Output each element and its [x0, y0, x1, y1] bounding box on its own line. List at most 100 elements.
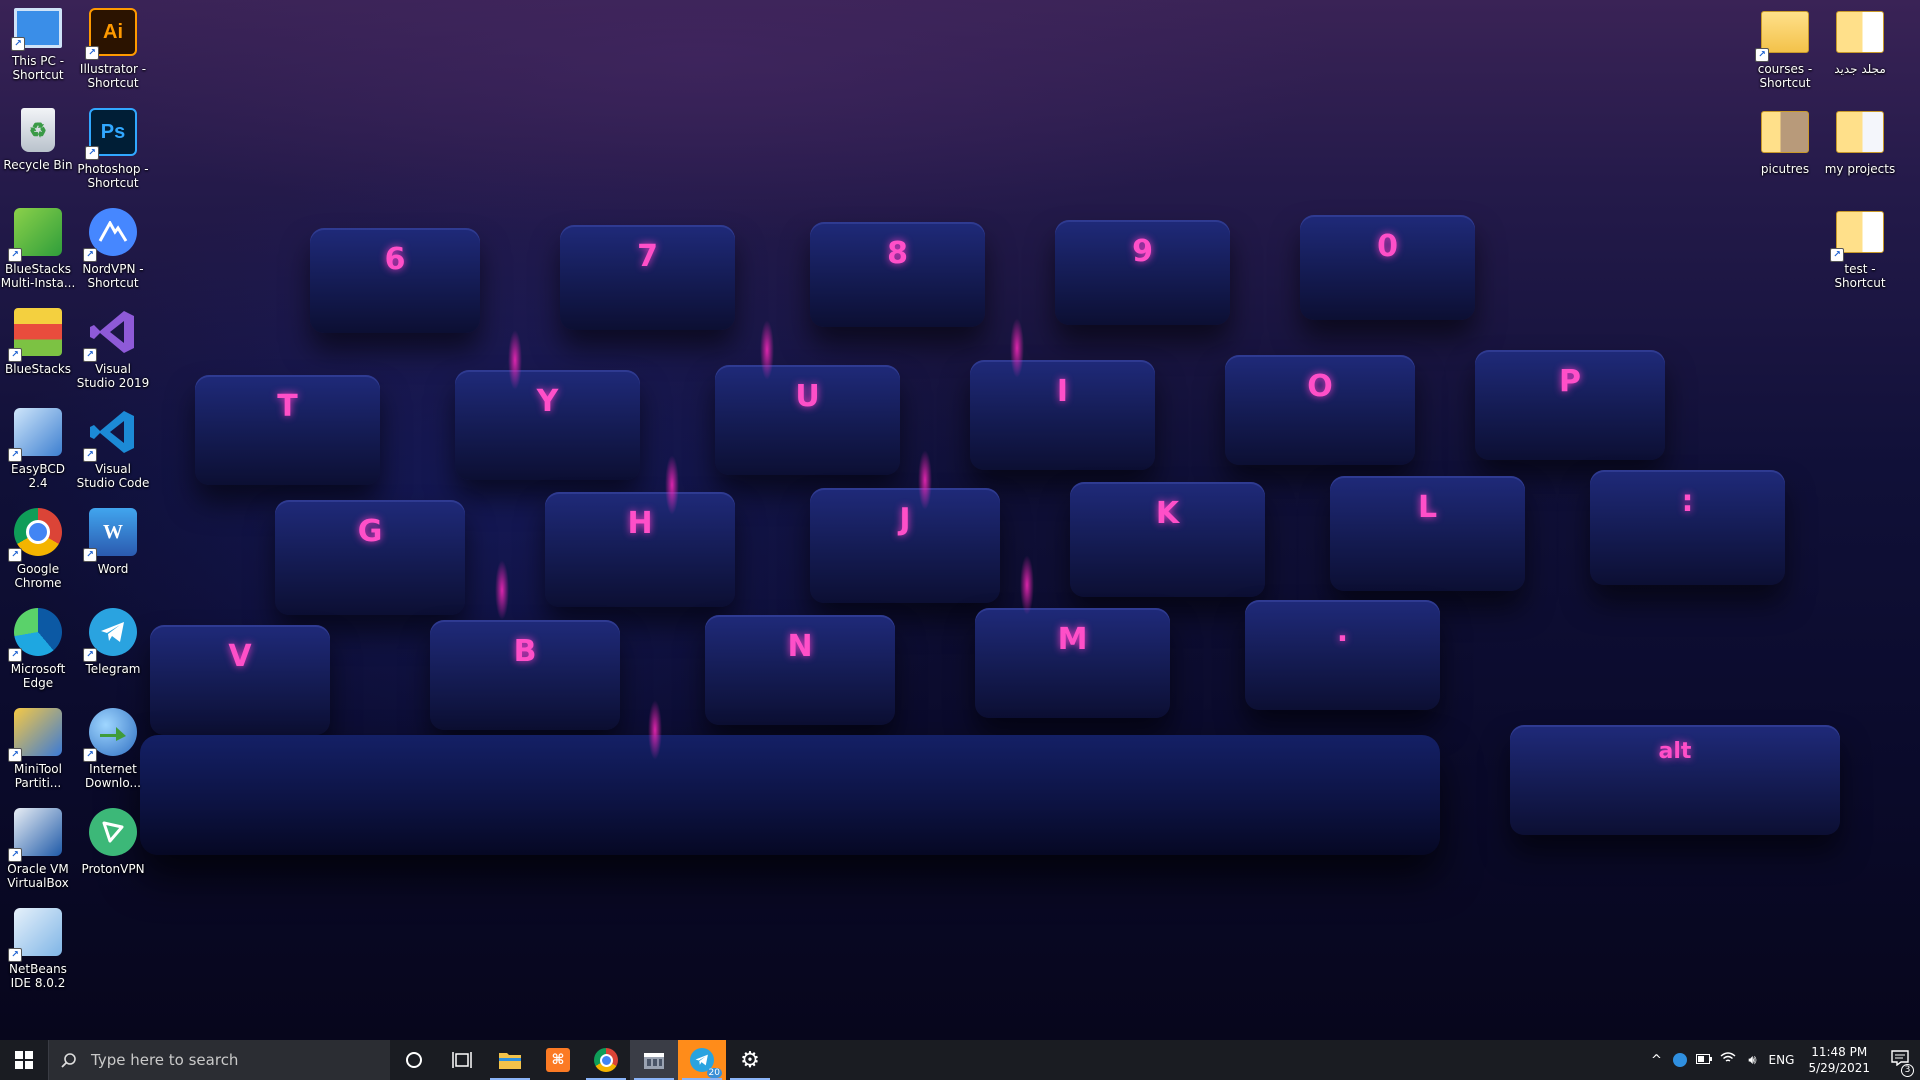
- start-button[interactable]: [0, 1040, 48, 1080]
- desktop-icon-label: Illustrator - Shortcut: [79, 62, 147, 90]
- desktop-icon-label: NordVPN - Shortcut: [82, 262, 144, 290]
- desktop-icon-bluestacks[interactable]: ↗ BlueStacks: [0, 308, 76, 376]
- desktop-icon-this-pc[interactable]: ↗ This PC - Shortcut: [0, 8, 76, 82]
- battery-icon[interactable]: [1692, 1053, 1716, 1068]
- shortcut-arrow-icon: ↗: [83, 248, 97, 262]
- desktop-icon-my-projects[interactable]: my projects: [1822, 108, 1898, 176]
- folder-icon: ↗: [1755, 8, 1809, 62]
- desktop-icon-nordvpn[interactable]: ↗ NordVPN - Shortcut: [75, 208, 151, 290]
- wallpaper-key: T: [195, 375, 380, 485]
- clock-date: 5/29/2021: [1808, 1061, 1870, 1075]
- recycle-bin-icon: ♻: [21, 108, 55, 152]
- telegram-unread-badge: 20: [706, 1068, 722, 1078]
- desktop-icon-photoshop[interactable]: Ps ↗ Photoshop - Shortcut: [75, 108, 151, 190]
- desktop-icon-label: EasyBCD 2.4: [11, 462, 65, 490]
- desktop-icon-telegram[interactable]: ↗ Telegram: [75, 608, 151, 676]
- desktop-icon-label: NetBeans IDE 8.0.2: [9, 962, 67, 990]
- desktop-icon-virtualbox[interactable]: ↗ Oracle VM VirtualBox: [0, 808, 76, 890]
- desktop-icon-label: BlueStacks Multi-Insta...: [0, 262, 76, 290]
- desktop-icon-netbeans[interactable]: ↗ NetBeans IDE 8.0.2: [0, 908, 76, 990]
- visual-studio-icon: ↗: [83, 308, 137, 362]
- wallpaper-key: J: [810, 488, 1000, 603]
- wallpaper-key: P: [1475, 350, 1665, 460]
- desktop-icon-label: courses - Shortcut: [1757, 62, 1813, 90]
- taskbar-chrome[interactable]: [582, 1040, 630, 1080]
- shortcut-arrow-icon: ↗: [83, 648, 97, 662]
- shortcut-arrow-icon: ↗: [83, 748, 97, 762]
- desktop-icon-internet-download-manager[interactable]: ↗ Internet Downlo...: [75, 708, 151, 790]
- task-view-icon: [452, 1052, 472, 1068]
- desktop-icon-protonvpn[interactable]: ProtonVPN: [75, 808, 151, 876]
- easybcd-icon: ↗: [8, 408, 62, 462]
- show-hidden-icons-chevron-icon[interactable]: ^: [1644, 1053, 1668, 1068]
- taskbar-xampp[interactable]: ⌘: [534, 1040, 582, 1080]
- taskbar-app-window[interactable]: [630, 1040, 678, 1080]
- shortcut-arrow-icon: ↗: [11, 37, 25, 51]
- cortana-button[interactable]: [390, 1040, 438, 1080]
- file-explorer-icon: [499, 1053, 521, 1069]
- shortcut-arrow-icon: ↗: [1755, 48, 1769, 62]
- telegram-icon: ↗: [83, 608, 137, 662]
- computer-icon: ↗: [11, 8, 62, 51]
- taskbar-search-box[interactable]: Type here to search: [48, 1040, 390, 1080]
- task-view-button[interactable]: [438, 1040, 486, 1080]
- taskbar-clock[interactable]: 11:48 PM 5/29/2021: [1808, 1044, 1870, 1076]
- virtualbox-icon: ↗: [8, 808, 62, 862]
- taskbar-file-explorer[interactable]: [486, 1040, 534, 1080]
- network-globe-icon[interactable]: [1668, 1053, 1692, 1067]
- desktop-icon-label: my projects: [1824, 162, 1896, 176]
- search-placeholder: Type here to search: [91, 1051, 239, 1069]
- wallpaper-key: M: [975, 608, 1170, 718]
- desktop-icon-word[interactable]: W ↗ Word: [75, 508, 151, 576]
- desktop-icon-minitool[interactable]: ↗ MiniTool Partiti...: [0, 708, 76, 790]
- protonvpn-icon: [89, 808, 137, 856]
- desktop-icon-vscode[interactable]: ↗ Visual Studio Code: [75, 408, 151, 490]
- folder-icon: [1836, 108, 1884, 156]
- desktop-icon-courses[interactable]: ↗ courses - Shortcut: [1747, 8, 1823, 90]
- desktop-icon-microsoft-edge[interactable]: ↗ Microsoft Edge: [0, 608, 76, 690]
- wallpaper-key: 6: [310, 228, 480, 333]
- wallpaper-key: G: [275, 500, 465, 615]
- desktop-icon-google-chrome[interactable]: ↗ Google Chrome: [0, 508, 76, 590]
- windows-logo-icon: [15, 1051, 33, 1069]
- wallpaper-key: alt: [1510, 725, 1840, 835]
- vscode-icon: ↗: [83, 408, 137, 462]
- action-center-button[interactable]: 3: [1880, 1050, 1920, 1077]
- language-indicator[interactable]: ENG: [1764, 1053, 1798, 1067]
- bluestacks-multi-icon: ↗: [8, 208, 62, 262]
- desktop-icon-visual-studio-2019[interactable]: ↗ Visual Studio 2019: [75, 308, 151, 390]
- desktop-icon-label: ProtonVPN: [81, 862, 145, 876]
- desktop-icon-recycle-bin[interactable]: ♻ Recycle Bin: [0, 108, 76, 172]
- desktop-icon-new-folder[interactable]: مجلد جديد: [1822, 8, 1898, 76]
- volume-icon[interactable]: 🔊︎: [1740, 1053, 1764, 1068]
- taskbar: Type here to search ⌘ 20 ⚙ ^ 🔊︎ ENG 11:4…: [0, 1040, 1920, 1080]
- folder-icon: [1761, 108, 1809, 156]
- shortcut-arrow-icon: ↗: [8, 448, 22, 462]
- edge-icon: ↗: [8, 608, 62, 662]
- desktop-icon-easybcd[interactable]: ↗ EasyBCD 2.4: [0, 408, 76, 490]
- shortcut-arrow-icon: ↗: [8, 648, 22, 662]
- wifi-icon[interactable]: [1716, 1052, 1740, 1068]
- desktop-icon-label: مجلد جديد: [1834, 62, 1886, 76]
- desktop-icon-test[interactable]: ↗ test - Shortcut: [1822, 208, 1898, 290]
- system-tray: ^ 🔊︎ ENG 11:48 PM 5/29/2021 3: [1644, 1040, 1920, 1080]
- wallpaper-key: N: [705, 615, 895, 725]
- chrome-icon: [594, 1048, 618, 1072]
- taskbar-telegram[interactable]: 20: [678, 1040, 726, 1080]
- wallpaper-key: 0: [1300, 215, 1475, 320]
- wallpaper-key: Y: [455, 370, 640, 480]
- xampp-icon: ⌘: [546, 1048, 570, 1072]
- photoshop-icon: Ps ↗: [85, 108, 137, 160]
- key-glow: [665, 455, 679, 515]
- desktop-icon-picutres[interactable]: picutres: [1747, 108, 1823, 176]
- desktop-icon-label: picutres: [1760, 162, 1810, 176]
- desktop-wallpaper: 6 7 8 9 0 T Y U I O P G H J K L : V B N …: [0, 0, 1920, 1040]
- taskbar-settings[interactable]: ⚙: [726, 1040, 774, 1080]
- telegram-icon: 20: [690, 1048, 722, 1078]
- shortcut-arrow-icon: ↗: [83, 448, 97, 462]
- key-glow: [648, 700, 662, 760]
- key-glow: [1020, 555, 1034, 615]
- desktop-icon-label: This PC - Shortcut: [11, 54, 65, 82]
- desktop-icon-illustrator[interactable]: Ai ↗ Illustrator - Shortcut: [75, 8, 151, 90]
- desktop-icon-bluestacks-multi[interactable]: ↗ BlueStacks Multi-Insta...: [0, 208, 76, 290]
